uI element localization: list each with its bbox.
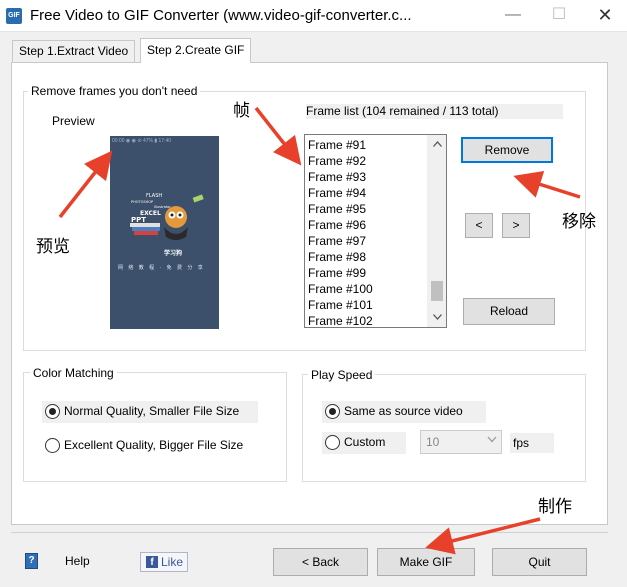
list-item[interactable]: Frame #91 [305,137,428,153]
annotation-remove: 移除 [562,212,596,232]
minimize-button[interactable]: — [490,0,536,32]
annotation-preview: 预览 [36,237,70,257]
facebook-like-label: Like [161,555,184,569]
list-item[interactable]: Frame #102 [305,313,428,327]
radio-same-as-source-label: Same as source video [344,404,463,418]
radio-same-as-source[interactable]: Same as source video [322,401,486,423]
preview-art: FLASH PHOTOSHOP illustrator EXCEL PPT 学习… [130,193,204,257]
frame-listbox[interactable]: Frame #91 Frame #92 Frame #93 Frame #94 Fram… [304,134,447,328]
list-item[interactable]: Frame #99 [305,265,428,281]
list-item[interactable]: Frame #95 [305,201,428,217]
list-item[interactable]: Frame #93 [305,169,428,185]
radio-excellent-quality-circle[interactable] [45,438,60,453]
close-button[interactable]: ✕ [582,0,627,32]
frames-group-legend: Remove frames you don't need [28,84,201,98]
back-button[interactable]: < Back [273,548,368,576]
radio-custom-circle[interactable] [325,435,340,450]
play-speed-legend: Play Speed [308,368,376,382]
facebook-like-button[interactable]: f Like [140,552,188,572]
preview-status-bar: 00:00 ◉ ◉ ⊘ 47% ▮ 17:40 [112,138,172,144]
fps-unit-label: fps [510,433,554,453]
scroll-up-icon[interactable] [428,136,446,153]
chevron-down-icon [487,434,497,446]
list-item[interactable]: Frame #96 [305,217,428,233]
reload-button[interactable]: Reload [463,298,555,325]
fps-select-value: 10 [426,435,440,449]
remove-button[interactable]: Remove [461,137,553,163]
radio-excellent-quality-label: Excellent Quality, Bigger File Size [64,438,244,452]
frame-list-items: Frame #91 Frame #92 Frame #93 Frame #94 Fram… [305,137,428,327]
help-icon[interactable]: ? [25,553,38,569]
radio-custom[interactable]: Custom [322,432,406,454]
color-matching-legend: Color Matching [30,366,117,380]
scroll-down-icon[interactable] [428,309,446,326]
radio-normal-quality-circle[interactable] [45,404,60,419]
list-item[interactable]: Frame #92 [305,153,428,169]
play-speed-group [302,374,586,482]
radio-excellent-quality[interactable]: Excellent Quality, Bigger File Size [42,435,262,457]
footer-divider [11,532,608,533]
facebook-icon: f [146,556,158,568]
art-text-xuexigou: 学习狗 [164,249,182,257]
radio-normal-quality-label: Normal Quality, Smaller File Size [64,404,240,418]
frame-list-label: Frame list (104 remained / 113 total) [306,104,563,119]
app-icon: GIF [6,8,22,24]
annotation-frame: 帧 [233,101,250,121]
radio-normal-quality[interactable]: Normal Quality, Smaller File Size [42,401,258,423]
fps-select[interactable]: 10 [420,430,502,454]
art-text-photoshop: PHOTOSHOP [131,200,153,204]
tab-extract-video[interactable]: Step 1.Extract Video [12,40,136,62]
title-bar: GIF Free Video to GIF Converter (www.vid… [0,0,627,32]
quit-button[interactable]: Quit [492,548,587,576]
preview-footer-text: 网 络 教 程 · 免 费 分 享 [118,265,205,271]
radio-custom-label: Custom [344,435,386,449]
color-matching-group [23,372,287,482]
annotation-make: 制作 [538,497,572,517]
list-item[interactable]: Frame #100 [305,281,428,297]
preview-label: Preview [52,114,95,128]
scroll-thumb[interactable] [431,281,443,301]
art-text-flash: FLASH [146,193,162,199]
dog-head [165,206,187,228]
list-item[interactable]: Frame #97 [305,233,428,249]
frame-list-scrollbar[interactable] [427,135,446,327]
next-frame-button[interactable]: > [502,213,530,238]
previous-frame-button[interactable]: < [465,213,493,238]
art-text-ppt: PPT [131,216,146,224]
list-item[interactable]: Frame #98 [305,249,428,265]
maximize-button[interactable]: ☐ [536,0,582,32]
window-title: Free Video to GIF Converter (www.video-g… [30,7,412,24]
list-item[interactable]: Frame #94 [305,185,428,201]
radio-same-as-source-circle[interactable] [325,404,340,419]
preview-image: 00:00 ◉ ◉ ⊘ 47% ▮ 17:40 FLASH PHOTOSHOP … [110,136,219,329]
art-text-illustrator: illustrator [154,205,171,209]
help-label[interactable]: Help [65,554,90,568]
list-item[interactable]: Frame #101 [305,297,428,313]
tab-create-gif[interactable]: Step 2.Create GIF [140,38,252,63]
make-gif-button[interactable]: Make GIF [377,548,475,576]
